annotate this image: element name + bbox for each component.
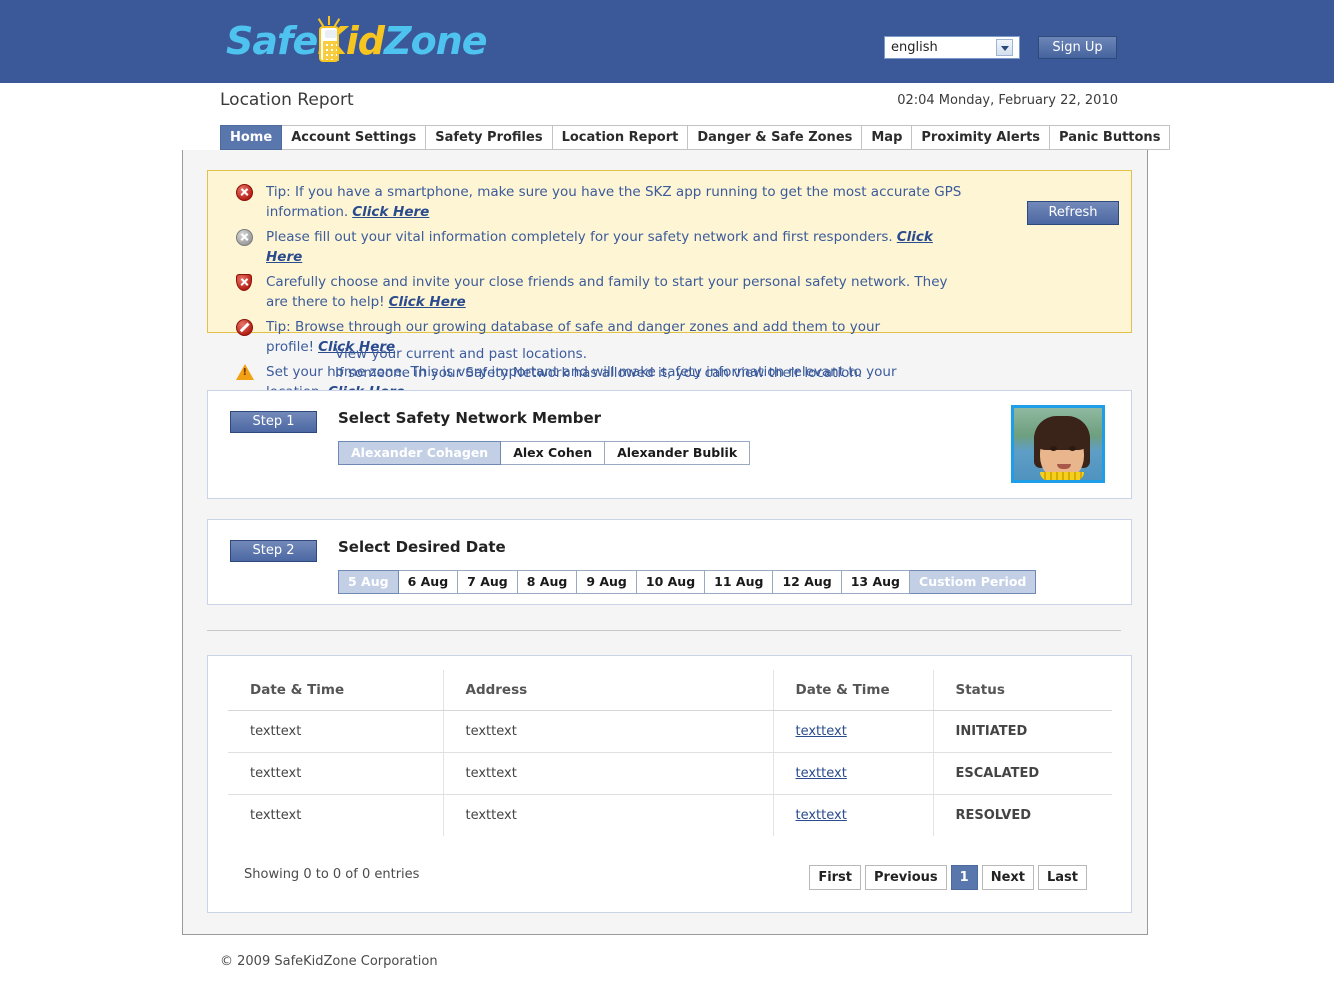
main-navigation-tabs: Home Account Settings Safety Profiles Lo… — [220, 125, 1171, 150]
row-link[interactable]: texttext — [796, 808, 847, 823]
table-row: texttext texttext texttext ESCALATED — [228, 752, 1112, 795]
logo-part-zone: Zone — [384, 19, 487, 63]
date-button-13-aug[interactable]: 13 Aug — [841, 570, 911, 594]
tab-panic-buttons[interactable]: Panic Buttons — [1050, 125, 1171, 150]
member-button-alexander-cohagen[interactable]: Alexander Cohagen — [338, 441, 502, 465]
date-button-8-aug[interactable]: 8 Aug — [517, 570, 578, 594]
step-2-title: Select Desired Date — [338, 538, 506, 556]
cell-link: texttext — [773, 752, 934, 795]
cellphone-icon — [317, 16, 341, 62]
pagination-last[interactable]: Last — [1037, 865, 1087, 890]
table-row: texttext texttext texttext INITIATED — [228, 710, 1112, 753]
date-button-custom-period[interactable]: Custiom Period — [910, 570, 1037, 594]
column-header-datetime[interactable]: Date & Time — [228, 670, 444, 711]
step-1-badge: Step 1 — [230, 411, 317, 433]
cell-address: texttext — [443, 752, 774, 795]
cell-datetime: texttext — [228, 752, 444, 795]
phone-screen — [325, 30, 337, 38]
cell-datetime: texttext — [228, 710, 444, 753]
step-1-title: Select Safety Network Member — [338, 409, 602, 427]
pagination-page-1[interactable]: 1 — [950, 865, 978, 890]
circle-x-red-icon — [236, 184, 253, 201]
cell-address: texttext — [443, 710, 774, 753]
tip-text: Carefully choose and invite your close f… — [266, 273, 966, 312]
logo-part-safe: Safe — [226, 19, 318, 63]
current-timestamp: 02:04 Monday, February 22, 2010 — [897, 93, 1118, 108]
status-badge: INITIATED — [933, 710, 1112, 753]
refresh-button[interactable]: Refresh — [1027, 201, 1119, 225]
cell-datetime: texttext — [228, 794, 444, 836]
tip-link[interactable]: Click Here — [389, 294, 466, 310]
date-button-6-aug[interactable]: 6 Aug — [398, 570, 459, 594]
tip-item: Please fill out your vital information c… — [222, 228, 1117, 267]
tip-item: Carefully choose and invite your close f… — [222, 273, 1117, 312]
intro-line-1: View your current and past locations. — [335, 346, 588, 362]
tip-message: Carefully choose and invite your close f… — [266, 274, 948, 310]
tab-danger-safe-zones[interactable]: Danger & Safe Zones — [688, 125, 863, 150]
column-header-status[interactable]: Status — [933, 670, 1112, 711]
date-button-11-aug[interactable]: 11 Aug — [705, 570, 774, 594]
tip-message: Please fill out your vital information c… — [266, 229, 893, 245]
pagination-first[interactable]: First — [809, 865, 862, 890]
tab-location-report[interactable]: Location Report — [552, 125, 689, 150]
sign-up-button[interactable]: Sign Up — [1038, 36, 1117, 59]
cell-link: texttext — [773, 710, 934, 753]
date-button-12-aug[interactable]: 12 Aug — [773, 570, 842, 594]
step-2-card: Step 2 Select Desired Date 5 Aug 6 Aug 7… — [207, 519, 1132, 605]
step-2-badge: Step 2 — [230, 540, 317, 562]
tab-map[interactable]: Map — [862, 125, 913, 150]
member-button-alex-cohen[interactable]: Alex Cohen — [501, 441, 606, 465]
intro-line-2: If someone in your Safety Network has al… — [335, 365, 863, 381]
date-button-5-aug[interactable]: 5 Aug — [338, 570, 399, 594]
phone-keypad — [323, 41, 339, 61]
tip-link[interactable]: Click Here — [352, 204, 429, 220]
tab-proximity-alerts[interactable]: Proximity Alerts — [912, 125, 1051, 150]
tip-item: Tip: If you have a smartphone, make sure… — [222, 183, 1117, 222]
tab-home[interactable]: Home — [220, 125, 283, 150]
pagination-next[interactable]: Next — [981, 865, 1034, 890]
pagination-previous[interactable]: Previous — [865, 865, 947, 890]
entries-count-label: Showing 0 to 0 of 0 entries — [244, 867, 420, 882]
footer-copyright: © 2009 SafeKidZone Corporation — [220, 954, 438, 969]
intro-text: View your current and past locations. If… — [335, 345, 862, 383]
date-button-10-aug[interactable]: 10 Aug — [636, 570, 706, 594]
page-title: Location Report — [220, 90, 354, 110]
site-header: SafeKidZone english Sign Up — [0, 0, 1334, 83]
table-row: texttext texttext texttext RESOLVED — [228, 794, 1112, 836]
step-1-card: Step 1 Select Safety Network Member Alex… — [207, 390, 1132, 499]
main-content-panel: Tip: If you have a smartphone, make sure… — [182, 150, 1148, 935]
tab-account-settings[interactable]: Account Settings — [282, 125, 427, 150]
row-link[interactable]: texttext — [796, 724, 847, 739]
circle-x-gray-icon — [236, 229, 253, 246]
warning-triangle-icon — [236, 364, 254, 381]
prohibition-red-icon — [236, 319, 253, 336]
shield-x-red-icon — [236, 274, 253, 291]
status-badge: RESOLVED — [955, 808, 1032, 823]
pagination: First Previous 1 Next Last — [809, 865, 1087, 890]
location-report-table: Date & Time Address Date & Time Status t… — [228, 670, 1112, 836]
location-report-table-card: Date & Time Address Date & Time Status t… — [207, 655, 1132, 913]
date-selector-group: 5 Aug 6 Aug 7 Aug 8 Aug 9 Aug 10 Aug 11 … — [338, 570, 1037, 594]
column-header-datetime-2[interactable]: Date & Time — [773, 670, 934, 711]
column-header-address[interactable]: Address — [443, 670, 774, 711]
avatar — [1011, 405, 1105, 483]
safety-network-member-group: Alexander Cohagen Alex Cohen Alexander B… — [338, 441, 751, 465]
cell-address: texttext — [443, 794, 774, 836]
tip-text: Please fill out your vital information c… — [266, 228, 966, 267]
member-button-alexander-bublik[interactable]: Alexander Bublik — [605, 441, 751, 465]
tip-text: Tip: If you have a smartphone, make sure… — [266, 183, 966, 222]
tips-panel: Tip: If you have a smartphone, make sure… — [207, 170, 1132, 400]
date-button-9-aug[interactable]: 9 Aug — [577, 570, 637, 594]
cell-link: texttext — [773, 794, 934, 836]
tab-safety-profiles[interactable]: Safety Profiles — [426, 125, 553, 150]
date-button-7-aug[interactable]: 7 Aug — [458, 570, 518, 594]
row-link[interactable]: texttext — [796, 766, 847, 781]
status-badge: ESCALATED — [933, 752, 1112, 795]
site-logo[interactable]: SafeKidZone — [226, 17, 488, 65]
table-header-row: Date & Time Address Date & Time Status — [228, 670, 1112, 711]
language-select[interactable]: english — [884, 36, 1020, 59]
section-divider — [207, 630, 1121, 631]
